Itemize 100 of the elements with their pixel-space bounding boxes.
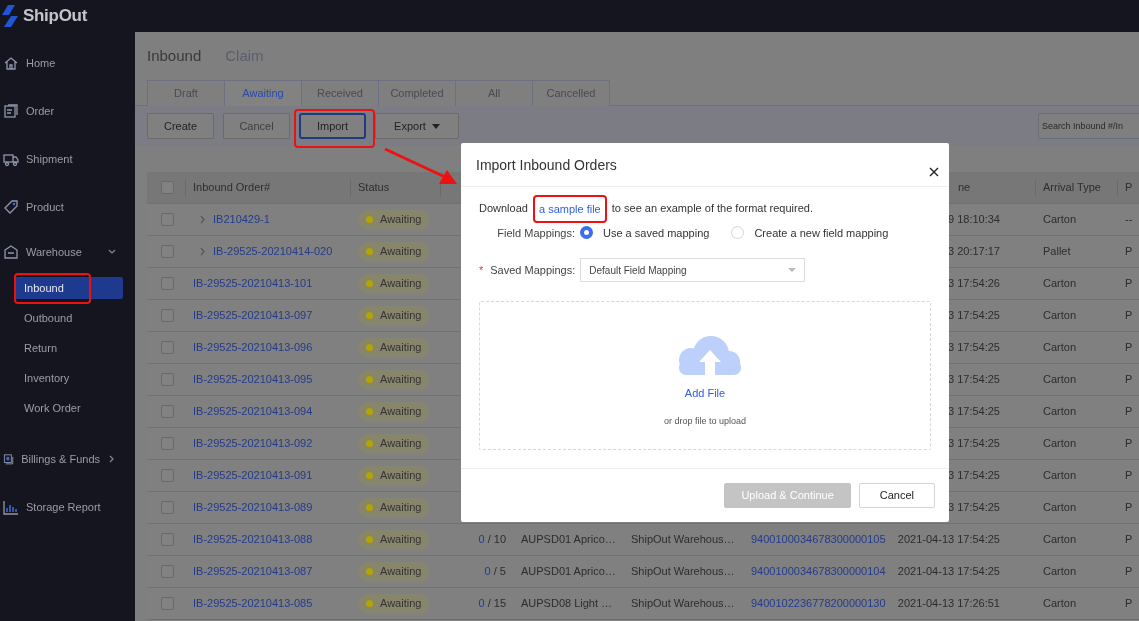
mapping-select[interactable]: Default Field Mapping (580, 258, 806, 282)
table-cell-text: Carton (1043, 308, 1077, 324)
row-checkbox[interactable] (161, 341, 174, 354)
row-checkbox[interactable] (161, 405, 174, 418)
sidebar-subitem[interactable]: Outbound (14, 307, 123, 329)
table-cell-text: P (1125, 372, 1133, 388)
table-cell-text: 3 17:54:25 (948, 308, 1000, 324)
table-cell-text: 3 17:54:25 (948, 372, 1000, 388)
sidebar-item[interactable]: Shipment (0, 135, 135, 183)
order-link[interactable]: IB-29525-20210413-087 (193, 563, 313, 580)
toolbar-button[interactable]: Create (147, 113, 214, 139)
sidebar-item[interactable]: Storage Report (0, 483, 135, 531)
tracking-link[interactable]: 9400100034678300000104 (751, 563, 886, 580)
table-cell-text: AUPSD01 Aprico… (521, 564, 616, 580)
table-cell-text: P (1125, 436, 1133, 452)
warehouse-icon (3, 244, 19, 260)
row-checkbox[interactable] (161, 373, 174, 386)
table-cell-text: Carton (1043, 596, 1077, 612)
row-checkbox[interactable] (161, 213, 174, 226)
column-header: Status (358, 180, 390, 196)
order-link[interactable]: IB210429-1 (213, 211, 270, 228)
status-badge: Awaiting (358, 305, 430, 326)
table-cell-text: 3 17:54:25 (948, 436, 1000, 452)
order-link[interactable]: IB-29525-20210413-085 (193, 595, 313, 612)
status-tab[interactable]: Awaiting (224, 80, 302, 106)
table-cell-text: P (1125, 564, 1133, 580)
upload-dropzone[interactable]: Add File or drop file to upload (479, 301, 931, 450)
toolbar-button[interactable]: Import (299, 113, 366, 139)
sidebar-subitem[interactable]: Inbound (14, 277, 123, 299)
row-checkbox[interactable] (161, 565, 174, 578)
table-cell-text: 2021-04-13 17:54:25 (897, 532, 1000, 548)
radio-option[interactable]: Use a saved mapping (580, 224, 710, 241)
upload-hint: or drop file to upload (663, 414, 747, 428)
status-badge: Awaiting (358, 209, 430, 230)
quantity-cell-text: 0 / 5 (484, 564, 506, 580)
row-checkbox[interactable] (161, 597, 174, 610)
toolbar-button[interactable]: Export (375, 113, 459, 139)
sidebar-subitem[interactable]: Work Order (14, 397, 123, 419)
logo-text: ShipOut (23, 5, 87, 28)
radio-option[interactable]: Create a new field mapping (731, 224, 889, 241)
sidebar-subitem[interactable]: Inventory (14, 367, 123, 389)
row-checkbox[interactable] (161, 533, 174, 546)
sample-file-link[interactable]: a sample file (539, 202, 601, 215)
search-field[interactable]: Search Inbound #/In (1038, 113, 1139, 139)
sidebar-item[interactable]: Warehouse (0, 231, 135, 273)
sidebar-item[interactable]: Billings & Funds (0, 435, 135, 483)
table-cell-text: Carton (1043, 372, 1077, 388)
table-cell-text: 3 17:54:25 (948, 500, 1000, 516)
table-cell-text: P (1125, 500, 1133, 516)
order-link[interactable]: IB-29525-20210413-089 (193, 499, 313, 516)
status-badge: Awaiting (358, 529, 430, 550)
tracking-link[interactable]: 9400102236778200000130 (751, 595, 886, 612)
table-cell-text: 2021-04-13 17:54:25 (897, 564, 1000, 580)
order-link[interactable]: IB-29525-20210413-101 (193, 275, 313, 292)
row-checkbox[interactable] (161, 245, 174, 258)
row-checkbox[interactable] (161, 469, 174, 482)
table-cell-text: 3 17:54:25 (948, 468, 1000, 484)
order-link[interactable]: IB-29525-20210413-088 (193, 531, 313, 548)
status-badge: Awaiting (358, 561, 430, 582)
row-checkbox[interactable] (161, 437, 174, 450)
dialog-button[interactable]: Cancel (858, 483, 935, 508)
sidebar-item[interactable]: Home (0, 39, 135, 87)
order-link[interactable]: IB-29525-20210413-094 (193, 403, 313, 420)
add-file-link[interactable]: Add File (684, 385, 726, 402)
page-tab[interactable]: Inbound (147, 44, 202, 68)
home-icon (3, 55, 19, 71)
column-header: P (1125, 180, 1133, 196)
sidebar-subitem[interactable]: Return (14, 337, 123, 359)
order-link[interactable]: IB-29525-20210414-020 (213, 243, 333, 260)
column-header: Inbound Order# (193, 180, 271, 196)
status-badge: Awaiting (358, 337, 430, 358)
dialog-title: Import Inbound Orders (476, 156, 617, 175)
table-cell-text: P (1125, 308, 1133, 324)
sidebar-item[interactable]: Product (0, 183, 135, 231)
table-cell-text: Carton (1043, 564, 1077, 580)
sidebar-item[interactable]: Order (0, 87, 135, 135)
order-link[interactable]: IB-29525-20210413-091 (193, 467, 313, 484)
order-link[interactable]: IB-29525-20210413-092 (193, 435, 313, 452)
status-badge: Awaiting (358, 369, 430, 390)
table-cell-text: 9 18:10:34 (948, 212, 1000, 228)
status-badge: Awaiting (358, 497, 430, 518)
caret-icon (431, 123, 440, 129)
table-cell-text: 3 17:54:25 (948, 404, 1000, 420)
order-link[interactable]: IB-29525-20210413-095 (193, 371, 313, 388)
row-checkbox[interactable] (161, 501, 174, 514)
table-cell-text: Carton (1043, 404, 1077, 420)
tracking-link[interactable]: 9400100034678300000105 (751, 531, 886, 548)
status-badge: Awaiting (358, 401, 430, 422)
order-link[interactable]: IB-29525-20210413-096 (193, 339, 313, 356)
row-checkbox[interactable] (161, 309, 174, 322)
document-icon (3, 103, 19, 119)
table-cell-text: 3 20:17:17 (948, 244, 1000, 260)
table-cell-text: 3 17:54:26 (948, 276, 1000, 292)
table-cell-text: ShipOut Warehous… (631, 532, 735, 548)
table-cell-text: P (1125, 404, 1133, 420)
row-checkbox[interactable] (161, 277, 174, 290)
select-all-checkbox[interactable] (161, 181, 174, 194)
close-button[interactable] (929, 167, 939, 177)
order-link[interactable]: IB-29525-20210413-097 (193, 307, 313, 324)
table-cell-text: Pallet (1043, 244, 1071, 260)
